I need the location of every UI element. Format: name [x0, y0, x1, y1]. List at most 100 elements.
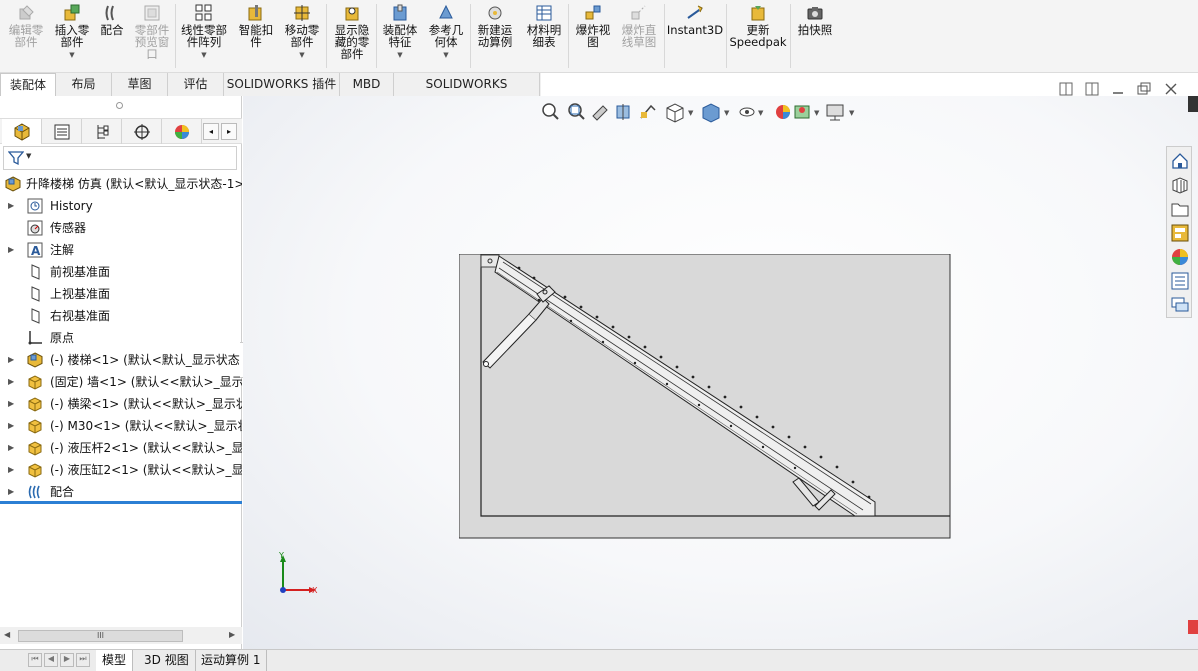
tree-item-mates[interactable]: ▶ 配合 — [0, 481, 242, 503]
tab-property-manager[interactable] — [42, 119, 82, 144]
chevron-down-icon[interactable]: ▼ — [178, 49, 230, 61]
chevron-down-icon[interactable]: ▼ — [26, 152, 31, 160]
expand-arrow-icon[interactable]: ▶ — [8, 437, 14, 459]
tree-item-wall[interactable]: ▶ (固定) 墙<1> (默认<<默认>_显示状 — [0, 371, 242, 393]
expand-arrow-icon[interactable]: ▶ — [8, 481, 14, 503]
section-view-icon[interactable] — [616, 104, 630, 120]
tab-layout[interactable]: 布局 — [56, 73, 112, 96]
chevron-down-icon[interactable]: ▼ — [688, 109, 694, 117]
zoom-to-area-icon[interactable] — [568, 103, 585, 120]
hide-show-items-icon[interactable] — [739, 107, 755, 117]
zoom-to-fit-icon[interactable] — [542, 103, 559, 120]
exploded-view-button[interactable]: 爆炸视 图 — [570, 2, 616, 70]
tab-sketch[interactable]: 草图 — [112, 73, 168, 96]
tab-feature-manager[interactable] — [2, 119, 42, 144]
reference-geometry-button[interactable]: 参考几 何体 ▼ — [424, 2, 468, 70]
chevron-down-icon[interactable]: ▼ — [758, 109, 764, 117]
design-library-icon[interactable] — [1170, 175, 1190, 195]
expand-arrow-icon[interactable]: ▶ — [8, 459, 14, 481]
file-explorer-icon[interactable] — [1170, 199, 1190, 219]
smart-fasteners-button[interactable]: 智能扣 件 — [234, 2, 278, 70]
close-icon[interactable] — [1165, 83, 1177, 95]
tree-item-hydraulic-rod[interactable]: ▶ (-) 液压杆2<1> (默认<<默认>_显示 — [0, 437, 242, 459]
chevron-down-icon[interactable]: ▼ — [849, 109, 855, 117]
tile-right-icon[interactable] — [1085, 82, 1099, 96]
tile-left-icon[interactable] — [1059, 82, 1073, 96]
expand-arrow-icon[interactable]: ▶ — [8, 239, 14, 261]
last-tab-icon[interactable]: ⏭ — [76, 653, 90, 667]
new-motion-study-button[interactable]: 新建运 动算例 — [472, 2, 518, 70]
display-style-icon[interactable] — [702, 103, 720, 123]
tab-display-manager[interactable] — [162, 119, 202, 144]
previous-view-icon[interactable] — [592, 105, 608, 121]
tree-item-sensors[interactable]: 传感器 — [0, 217, 242, 239]
graphics-area[interactable]: ▼ ▼ ▼ ▼ ▼ Y X — [243, 96, 1198, 649]
component-preview-button[interactable]: 零部件 预览窗 口 — [130, 2, 174, 70]
tree-item-right-plane[interactable]: 右视基准面 — [0, 305, 242, 327]
assembly-features-button[interactable]: 装配体 特征 ▼ — [378, 2, 422, 70]
tree-item-front-plane[interactable]: 前视基准面 — [0, 261, 242, 283]
chevron-down-icon[interactable]: ▼ — [424, 49, 468, 61]
update-speedpak-button[interactable]: 更新 Speedpak — [728, 2, 788, 70]
apply-scene-icon[interactable] — [794, 105, 810, 119]
tree-item-history[interactable]: ▶ History — [0, 195, 242, 217]
solidworks-resources-icon[interactable] — [1170, 151, 1190, 171]
view-palette-icon[interactable] — [1170, 223, 1190, 243]
expand-arrow-icon[interactable]: ▶ — [8, 393, 14, 415]
prev-tab-icon[interactable]: ◀ — [44, 653, 58, 667]
scroll-left-icon[interactable]: ◀ — [4, 630, 10, 639]
tab-solidworks-inspection[interactable]: SOLIDWORKS Inspection — [394, 73, 540, 113]
appearances-scenes-icon[interactable] — [1170, 247, 1190, 267]
panel-collapse-handle[interactable] — [116, 102, 123, 109]
mate-button[interactable]: 配合 — [96, 2, 128, 70]
tree-item-top-plane[interactable]: 上视基准面 — [0, 283, 242, 305]
tab-motion-study-1[interactable]: 运动算例 1 — [195, 650, 268, 671]
restore-icon[interactable] — [1137, 82, 1151, 95]
tree-item-origin[interactable]: 原点 — [0, 327, 242, 349]
bill-of-materials-button[interactable]: 材料明 细表 — [522, 2, 566, 70]
chevron-down-icon[interactable]: ▼ — [378, 49, 422, 61]
next-tab-icon[interactable]: ▶ — [60, 653, 74, 667]
expand-arrow-icon[interactable]: ▶ — [8, 371, 14, 393]
show-hidden-components-button[interactable]: 显示隐 藏的零 部件 — [330, 2, 374, 70]
tree-item-hydraulic-cylinder[interactable]: ▶ (-) 液压缸2<1> (默认<<默认>_显示 — [0, 459, 242, 481]
first-tab-icon[interactable]: ⏮ — [28, 653, 42, 667]
tree-item-stairs[interactable]: ▶ (-) 楼梯<1> (默认<默认_显示状态- — [0, 349, 242, 371]
take-snapshot-button[interactable]: 拍快照 — [792, 2, 838, 70]
tree-rollback-bar[interactable] — [0, 501, 242, 504]
view-settings-icon[interactable] — [826, 104, 844, 121]
dynamic-annotation-icon[interactable] — [640, 104, 656, 119]
tree-item-m30[interactable]: ▶ (-) M30<1> (默认<<默认>_显示状 — [0, 415, 242, 437]
tree-horizontal-scrollbar[interactable]: ◀ III ▶ — [0, 627, 242, 644]
stairs-assembly-model[interactable] — [459, 254, 951, 540]
tree-filter-bar[interactable]: ▼ — [3, 146, 237, 170]
insert-component-button[interactable]: 插入零 部件 ▼ — [50, 2, 94, 70]
tree-item-annotations[interactable]: ▶ A 注解 — [0, 239, 242, 261]
chevron-down-icon[interactable]: ▼ — [280, 49, 324, 61]
tab-dimxpert-manager[interactable] — [122, 119, 162, 144]
explode-line-sketch-button[interactable]: 爆炸直 线草图 — [616, 2, 662, 70]
scroll-thumb[interactable]: III — [18, 630, 183, 642]
expand-arrow-icon[interactable]: ▶ — [8, 195, 14, 217]
forum-icon[interactable] — [1170, 295, 1190, 315]
move-component-button[interactable]: 移动零 部件 ▼ — [280, 2, 324, 70]
linear-pattern-button[interactable]: 线性零部 件阵列 ▼ — [178, 2, 230, 70]
tree-root-assembly[interactable]: 升降楼梯 仿真 (默认<默认_显示状态-1> — [0, 173, 242, 195]
tree-item-beam[interactable]: ▶ (-) 横梁<1> (默认<<默认>_显示状 — [0, 393, 242, 415]
tab-model[interactable]: 模型 — [96, 650, 134, 671]
tab-assembly[interactable]: 装配体 — [0, 73, 56, 96]
view-orientation-icon[interactable] — [666, 103, 684, 123]
tab-3d-views[interactable]: 3D 视图 — [138, 650, 196, 671]
expand-arrow-icon[interactable]: ▶ — [8, 349, 14, 371]
edit-component-button[interactable]: 编辑零 部件 — [4, 2, 48, 70]
custom-properties-icon[interactable] — [1170, 271, 1190, 291]
instant3d-button[interactable]: Instant3D — [666, 2, 724, 70]
chevron-down-icon[interactable]: ▼ — [724, 109, 730, 117]
tab-evaluate[interactable]: 评估 — [168, 73, 224, 96]
chevron-down-icon[interactable]: ▼ — [50, 49, 94, 61]
tab-mbd[interactable]: MBD — [340, 73, 394, 96]
edit-appearance-icon[interactable] — [776, 105, 790, 119]
tab-solidworks-addins[interactable]: SOLIDWORKS 插件 — [224, 73, 340, 96]
scroll-right-icon[interactable]: ▶ — [229, 630, 235, 639]
tab-configuration-manager[interactable] — [82, 119, 122, 144]
